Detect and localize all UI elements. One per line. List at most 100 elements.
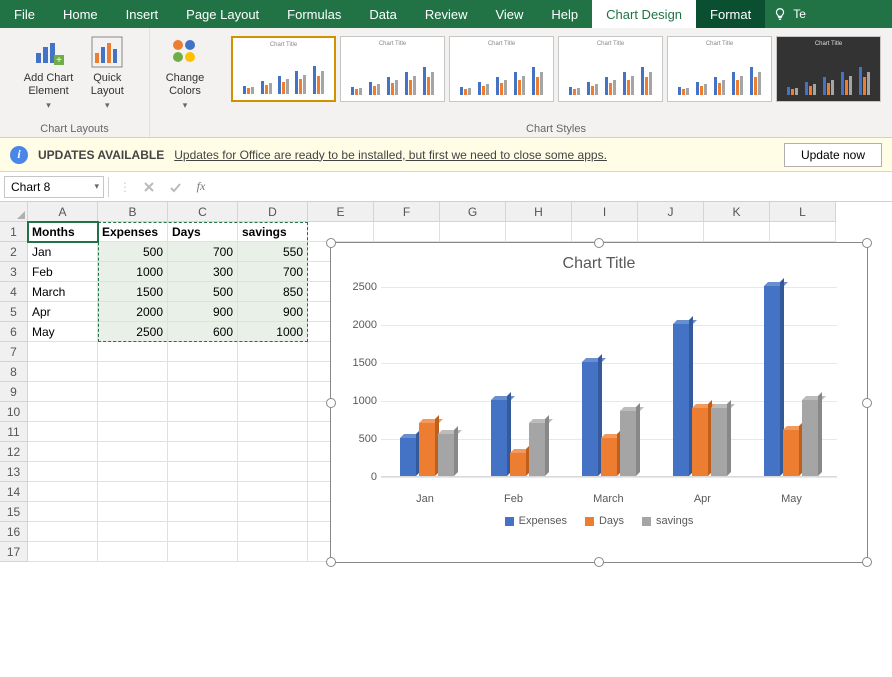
row-header-2[interactable]: 2	[0, 242, 28, 262]
tab-view[interactable]: View	[481, 0, 537, 28]
bar-Expenses-Jan[interactable]	[400, 438, 416, 476]
cell-B17[interactable]	[98, 542, 168, 562]
row-header-6[interactable]: 6	[0, 322, 28, 342]
cell-F1[interactable]	[374, 222, 440, 242]
cell-C10[interactable]	[168, 402, 238, 422]
cell-A14[interactable]	[28, 482, 98, 502]
cell-A15[interactable]	[28, 502, 98, 522]
cell-D17[interactable]	[238, 542, 308, 562]
cell-J1[interactable]	[638, 222, 704, 242]
cell-A9[interactable]	[28, 382, 98, 402]
tab-home[interactable]: Home	[49, 0, 112, 28]
bar-savings-March[interactable]	[620, 411, 636, 476]
cell-A2[interactable]: Jan	[28, 242, 98, 262]
cell-D4[interactable]: 850	[238, 282, 308, 302]
resize-handle-nw[interactable]	[326, 238, 336, 248]
cell-A12[interactable]	[28, 442, 98, 462]
row-header-5[interactable]: 5	[0, 302, 28, 322]
chart-style-2[interactable]: Chart Title	[340, 36, 445, 102]
cell-D15[interactable]	[238, 502, 308, 522]
row-header-9[interactable]: 9	[0, 382, 28, 402]
cell-C15[interactable]	[168, 502, 238, 522]
cell-A1[interactable]: Months	[28, 222, 98, 242]
tab-help[interactable]: Help	[537, 0, 592, 28]
chart-title[interactable]: Chart Title	[331, 243, 867, 277]
cell-A4[interactable]: March	[28, 282, 98, 302]
name-box[interactable]: Chart 8 ▾	[4, 176, 104, 198]
cell-L1[interactable]	[770, 222, 836, 242]
cell-D13[interactable]	[238, 462, 308, 482]
cell-C4[interactable]: 500	[168, 282, 238, 302]
cell-G1[interactable]	[440, 222, 506, 242]
bar-Expenses-May[interactable]	[764, 286, 780, 476]
chart-style-6[interactable]: Chart Title	[776, 36, 881, 102]
bar-savings-May[interactable]	[802, 400, 818, 476]
cell-D1[interactable]: savings	[238, 222, 308, 242]
row-header-10[interactable]: 10	[0, 402, 28, 422]
chart-style-3[interactable]: Chart Title	[449, 36, 554, 102]
cell-B9[interactable]	[98, 382, 168, 402]
col-header-B[interactable]: B	[98, 202, 168, 222]
col-header-L[interactable]: L	[770, 202, 836, 222]
row-header-7[interactable]: 7	[0, 342, 28, 362]
cell-C11[interactable]	[168, 422, 238, 442]
row-header-16[interactable]: 16	[0, 522, 28, 542]
update-now-button[interactable]: Update now	[784, 143, 882, 167]
cell-D9[interactable]	[238, 382, 308, 402]
bar-Days-Jan[interactable]	[419, 423, 435, 476]
cell-B16[interactable]	[98, 522, 168, 542]
tab-data[interactable]: Data	[355, 0, 410, 28]
cell-C3[interactable]: 300	[168, 262, 238, 282]
bar-savings-Jan[interactable]	[438, 434, 454, 476]
chart-plot-area[interactable]: 05001000150020002500	[381, 287, 837, 477]
cell-D6[interactable]: 1000	[238, 322, 308, 342]
cell-D8[interactable]	[238, 362, 308, 382]
cell-B11[interactable]	[98, 422, 168, 442]
resize-handle-ne[interactable]	[862, 238, 872, 248]
legend-item-Expenses[interactable]: Expenses	[505, 515, 567, 527]
resize-handle-e[interactable]	[862, 398, 872, 408]
tab-page-layout[interactable]: Page Layout	[172, 0, 273, 28]
cell-D5[interactable]: 900	[238, 302, 308, 322]
tab-review[interactable]: Review	[411, 0, 482, 28]
spreadsheet-grid[interactable]: ABCDEFGHIJKL 1MonthsExpensesDayssavings2…	[0, 202, 892, 677]
cell-A6[interactable]: May	[28, 322, 98, 342]
bar-Days-Apr[interactable]	[692, 408, 708, 476]
chart-style-5[interactable]: Chart Title	[667, 36, 772, 102]
cell-B6[interactable]: 2500	[98, 322, 168, 342]
change-colors-button[interactable]: Change Colors ▾	[162, 32, 209, 113]
cell-C14[interactable]	[168, 482, 238, 502]
row-header-8[interactable]: 8	[0, 362, 28, 382]
legend-item-savings[interactable]: savings	[642, 515, 693, 527]
add-chart-element-button[interactable]: + Add Chart Element ▾	[20, 32, 78, 113]
tab-format[interactable]: Format	[696, 0, 765, 28]
cell-D14[interactable]	[238, 482, 308, 502]
col-header-C[interactable]: C	[168, 202, 238, 222]
cell-C2[interactable]: 700	[168, 242, 238, 262]
cell-C1[interactable]: Days	[168, 222, 238, 242]
cell-A7[interactable]	[28, 342, 98, 362]
col-header-K[interactable]: K	[704, 202, 770, 222]
resize-handle-n[interactable]	[594, 238, 604, 248]
resize-handle-w[interactable]	[326, 398, 336, 408]
cell-A5[interactable]: Apr	[28, 302, 98, 322]
fx-icon[interactable]: fx	[193, 179, 209, 195]
enter-icon[interactable]	[167, 179, 183, 195]
cell-B3[interactable]: 1000	[98, 262, 168, 282]
col-header-F[interactable]: F	[374, 202, 440, 222]
select-all-corner[interactable]	[0, 202, 28, 222]
col-header-E[interactable]: E	[308, 202, 374, 222]
bar-Days-Feb[interactable]	[510, 453, 526, 476]
cell-C13[interactable]	[168, 462, 238, 482]
update-message-link[interactable]: Updates for Office are ready to be insta…	[174, 148, 607, 162]
bar-Expenses-Apr[interactable]	[673, 324, 689, 476]
formula-input[interactable]	[219, 176, 892, 198]
resize-handle-s[interactable]	[594, 557, 604, 567]
cell-D3[interactable]: 700	[238, 262, 308, 282]
bar-Expenses-Feb[interactable]	[491, 400, 507, 476]
cell-D7[interactable]	[238, 342, 308, 362]
quick-layout-button[interactable]: Quick Layout ▾	[85, 32, 129, 113]
cell-B4[interactable]: 1500	[98, 282, 168, 302]
chart-style-4[interactable]: Chart Title	[558, 36, 663, 102]
tab-insert[interactable]: Insert	[112, 0, 173, 28]
